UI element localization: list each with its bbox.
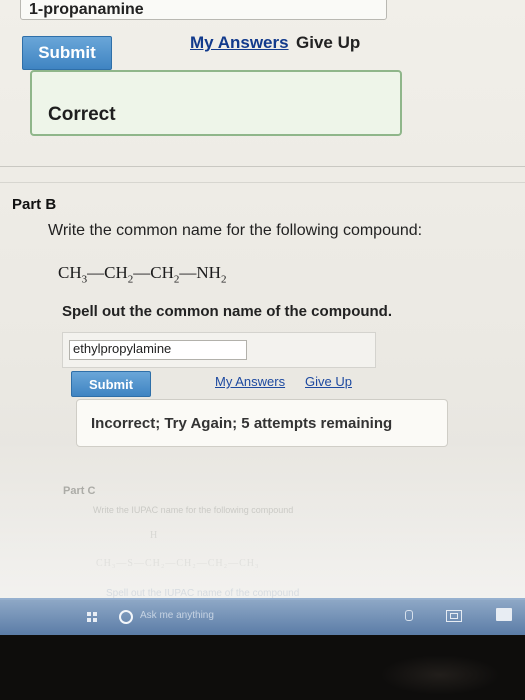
browser-screen: 1-propanamine Submit My Answers Give Up … bbox=[0, 0, 525, 635]
part-a-feedback-box: Correct bbox=[30, 70, 402, 136]
formula-group: —NH bbox=[179, 263, 221, 282]
part-c-hydrogen-label: H bbox=[150, 530, 158, 541]
formula-group: CH bbox=[58, 263, 82, 282]
windows-start-icon[interactable] bbox=[87, 612, 97, 622]
part-b-submit-button[interactable]: Submit bbox=[71, 371, 151, 397]
part-c-formula: CH₃—S—CH₂—CH₂—CH₂—CH₃ bbox=[96, 558, 260, 569]
part-b-instruction: Spell out the common name of the compoun… bbox=[62, 303, 393, 320]
part-b-prompt: Write the common name for the following … bbox=[48, 222, 423, 239]
part-a-give-up-link[interactable]: Give Up bbox=[296, 33, 360, 53]
part-b-formula: CH3—CH2—CH2—NH2 bbox=[58, 263, 226, 285]
part-a-feedback-text: Correct bbox=[48, 104, 116, 125]
part-b-feedback-box: Incorrect; Try Again; 5 attempts remaini… bbox=[76, 399, 448, 447]
part-b-give-up-link[interactable]: Give Up bbox=[305, 374, 352, 389]
taskbar: Ask me anything bbox=[0, 598, 525, 635]
file-explorer-icon[interactable] bbox=[496, 608, 512, 621]
part-c-prompt: Write the IUPAC name for the following c… bbox=[93, 505, 294, 515]
formula-subscript: 2 bbox=[220, 273, 227, 286]
part-b-answer-input[interactable]: ethylpropylamine bbox=[69, 340, 247, 360]
monitor-bezel bbox=[380, 655, 500, 695]
section-divider bbox=[0, 166, 525, 167]
part-b-answer-area: ethylpropylamine bbox=[62, 332, 376, 368]
part-a-answer-field[interactable]: 1-propanamine bbox=[20, 0, 387, 20]
part-b-my-answers-link[interactable]: My Answers bbox=[215, 374, 285, 389]
part-c-title: Part C bbox=[63, 485, 96, 497]
taskbar-search-input[interactable]: Ask me anything bbox=[140, 610, 214, 621]
formula-group: —CH bbox=[133, 263, 174, 282]
part-a-answer-text: 1-propanamine bbox=[29, 1, 144, 18]
section-divider bbox=[0, 182, 525, 183]
cortana-icon[interactable] bbox=[119, 610, 133, 624]
part-b-feedback-text: Incorrect; Try Again; 5 attempts remaini… bbox=[91, 415, 393, 432]
part-b-title: Part B bbox=[12, 196, 57, 213]
microphone-icon[interactable] bbox=[405, 610, 413, 621]
part-a-submit-button[interactable]: Submit bbox=[22, 36, 112, 70]
task-view-icon[interactable] bbox=[446, 610, 462, 622]
screen-glare bbox=[0, 440, 525, 600]
part-a-my-answers-link[interactable]: My Answers bbox=[190, 33, 289, 53]
formula-group: —CH bbox=[87, 263, 128, 282]
